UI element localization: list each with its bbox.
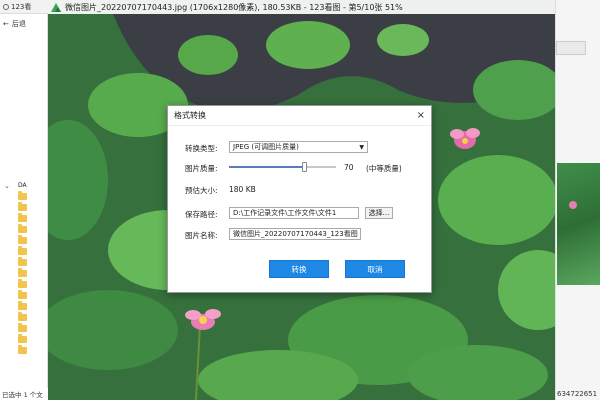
cancel-button[interactable]: 取消: [345, 260, 405, 278]
tree-row[interactable]: [18, 202, 46, 213]
tree-row[interactable]: [18, 213, 46, 224]
chevron-down-icon: ▼: [359, 143, 364, 151]
tree-row[interactable]: [18, 290, 46, 301]
tree-row-drive[interactable]: ⌄ DA: [4, 180, 46, 191]
back-button[interactable]: ← 后退: [3, 19, 26, 29]
quality-value: 70: [344, 163, 354, 172]
tree-row[interactable]: [18, 323, 46, 334]
close-icon[interactable]: ×: [417, 110, 425, 121]
folder-icon: [18, 246, 27, 255]
dialog-title: 格式转换: [174, 111, 206, 120]
viewer-title: 微信图片_20220707170443.jpg (1706x1280像素), 1…: [65, 2, 403, 12]
screen: 123看 ← 后退 ⌄ DA 已选中 1 个文 634722651 微信图片_2…: [0, 0, 600, 400]
explorer-title: 123看: [11, 2, 32, 11]
folder-icon: [18, 268, 27, 277]
folder-icon: [18, 301, 27, 310]
folder-icon: [18, 257, 27, 266]
size-value: 180 KB: [229, 185, 256, 194]
thumbnail-image[interactable]: [557, 163, 600, 285]
tree-row[interactable]: [18, 235, 46, 246]
background-status: 634722651: [557, 390, 598, 398]
back-arrow-icon: ←: [3, 20, 9, 28]
quality-desc: (中等质量): [366, 164, 402, 173]
choose-path-button[interactable]: 选择...: [365, 207, 393, 219]
folder-icon: [18, 202, 27, 211]
name-label: 图片名称:: [185, 231, 218, 240]
folder-icon: [18, 279, 27, 288]
type-value: JPEG (可调图片质量): [233, 143, 299, 151]
type-label: 转换类型:: [185, 144, 218, 153]
back-label: 后退: [11, 20, 26, 28]
name-input[interactable]: 微信图片_20220707170443_123看图: [229, 228, 361, 240]
tree-row[interactable]: [18, 257, 46, 268]
tree-row[interactable]: [18, 345, 46, 356]
quality-label: 图片质量:: [185, 164, 218, 173]
lotus-flower-icon: [569, 201, 577, 209]
app-icon: [3, 3, 9, 10]
explorer-status: 已选中 1 个文: [0, 388, 48, 400]
tree-row[interactable]: [18, 334, 46, 345]
folder-tree: ⌄ DA: [4, 180, 46, 356]
folder-icon: [18, 345, 27, 354]
quality-slider[interactable]: [229, 162, 336, 172]
path-input[interactable]: D:\工作记录文件\工作文件\文件1: [229, 207, 359, 219]
folder-icon: [18, 235, 27, 244]
tree-row[interactable]: [18, 246, 46, 257]
path-label: 保存路径:: [185, 210, 218, 219]
folder-icon: [18, 290, 27, 299]
slider-thumb[interactable]: [302, 162, 307, 172]
dialog-titlebar: 格式转换 ×: [168, 106, 431, 126]
file-explorer: 123看 ← 后退 ⌄ DA 已选中 1 个文: [0, 0, 48, 400]
chevron-down-icon[interactable]: ⌄: [4, 182, 10, 190]
background-button[interactable]: [556, 41, 586, 55]
app-logo-icon: [51, 2, 61, 12]
drive-label: DA: [18, 182, 27, 189]
explorer-titlebar: 123看: [0, 0, 48, 14]
viewer-titlebar: 微信图片_20220707170443.jpg (1706x1280像素), 1…: [48, 0, 555, 14]
tree-row[interactable]: [18, 268, 46, 279]
folder-icon: [18, 312, 27, 321]
format-convert-dialog: 格式转换 × 转换类型: JPEG (可调图片质量) ▼ 图片质量: 70 (中…: [167, 105, 432, 293]
size-label: 预估大小:: [185, 186, 218, 195]
slider-fill: [229, 166, 304, 168]
tree-row[interactable]: [18, 279, 46, 290]
folder-icon: [18, 323, 27, 332]
folder-icon: [18, 213, 27, 222]
tree-row[interactable]: [18, 191, 46, 202]
convert-button[interactable]: 转换: [269, 260, 329, 278]
folder-icon: [18, 334, 27, 343]
tree-row[interactable]: [18, 224, 46, 235]
tree-row[interactable]: [18, 312, 46, 323]
folder-icon: [18, 224, 27, 233]
type-select[interactable]: JPEG (可调图片质量) ▼: [229, 141, 368, 153]
tree-row[interactable]: [18, 301, 46, 312]
folder-icon: [18, 191, 27, 200]
